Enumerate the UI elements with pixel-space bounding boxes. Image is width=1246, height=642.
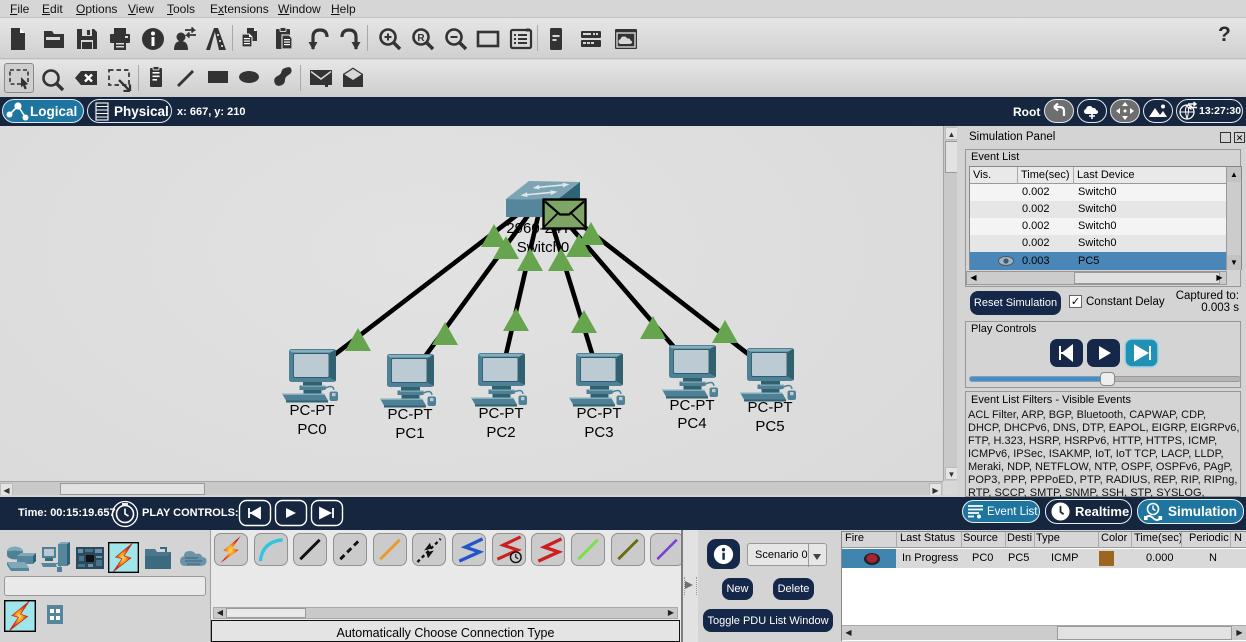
svg-text:PC-PT: PC-PT [577, 405, 622, 422]
svg-text:PC3: PC3 [584, 424, 613, 441]
svg-text:PC-PT: PC-PT [479, 405, 524, 422]
svg-text:R: R [417, 33, 425, 44]
svg-text:PC-PT: PC-PT [388, 406, 433, 423]
svg-text:PC5: PC5 [755, 418, 784, 435]
svg-text:PC0: PC0 [297, 421, 326, 438]
svg-text:PC-PT: PC-PT [670, 397, 715, 414]
svg-text:PC4: PC4 [677, 415, 706, 432]
svg-text:PC-PT: PC-PT [290, 402, 335, 419]
svg-text:PC1: PC1 [395, 425, 424, 442]
svg-text:PC-PT: PC-PT [748, 399, 793, 416]
svg-text:PC2: PC2 [486, 424, 515, 441]
